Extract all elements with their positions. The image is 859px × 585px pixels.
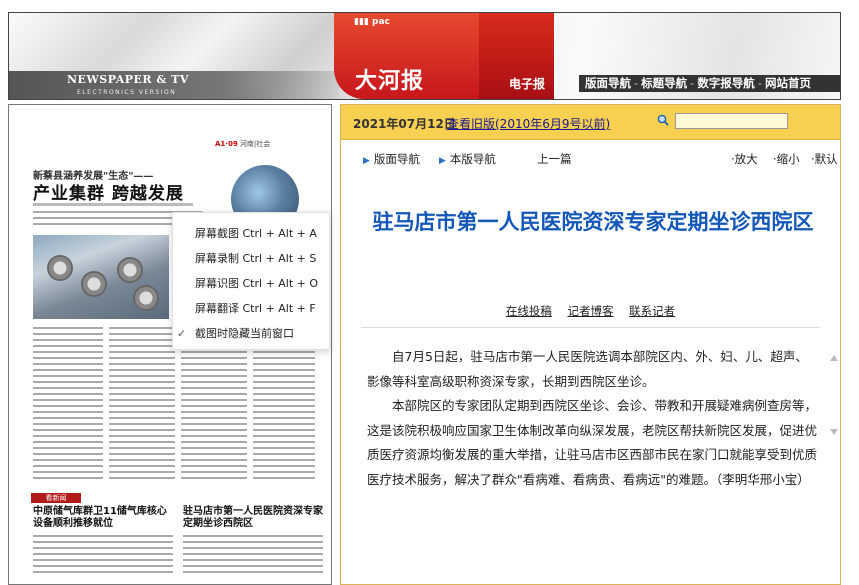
epaper-label: 电子报: [509, 77, 546, 91]
article-divider: [361, 327, 820, 328]
page-info: A1·09: [215, 140, 238, 148]
paper-bottom-text-1: [33, 535, 173, 577]
menu-item-screen-record[interactable]: 屏幕录制 Ctrl + Alt + S: [173, 246, 329, 271]
article-panel: 2021年07月12日 查看旧版(2010年6月9号以前) ▶ 版面导航 ▶ 本版导…: [340, 104, 841, 585]
newspaper-tv-text: NEWSPAPER & TV: [67, 73, 189, 86]
site-logo[interactable]: 大河报: [355, 63, 424, 95]
article-nav-layout[interactable]: ▶ 版面导航: [363, 151, 420, 167]
bar-chart-icon: ▮▮▮: [354, 17, 369, 27]
edition-date: 2021年07月12日: [353, 117, 456, 131]
paper-bottom-headline-2[interactable]: 驻马店市第一人民医院资深专家定期坐诊西院区: [183, 506, 323, 530]
search-input[interactable]: [675, 113, 788, 129]
old-edition-link[interactable]: 查看旧版(2010年6月9号以前): [447, 115, 610, 132]
zoom-out-button[interactable]: ·缩小: [773, 151, 800, 167]
checkmark-icon: ✓: [177, 327, 187, 340]
paper-main-headline[interactable]: 产业集群 跨越发展: [33, 179, 184, 204]
paper-byline: [33, 203, 193, 206]
screenshot-context-menu: 屏幕截图 Ctrl + Alt + A 屏幕录制 Ctrl + Alt + S …: [172, 212, 330, 350]
article-topbar: 2021年07月12日 查看旧版(2010年6月9号以前): [341, 105, 840, 140]
zoom-default-button[interactable]: ·默认: [811, 151, 838, 167]
paper-bottom-headline-1[interactable]: 中原储气库群卫11储气库核心设备顺利推移就位: [33, 506, 173, 530]
electronics-version-text: ELECTRONICS VERSION: [77, 89, 177, 96]
submit-article-link[interactable]: 在线投稿: [506, 304, 552, 318]
paper-column-1: [33, 327, 103, 483]
nav-title[interactable]: 标题导航: [641, 76, 687, 90]
paper-column-3: [181, 351, 247, 483]
factory-photo: [33, 235, 169, 319]
zoom-in-button[interactable]: ·放大: [731, 151, 758, 167]
nav-separator: -: [757, 76, 762, 90]
menu-item-hide-window[interactable]: ✓ 截图时隐藏当前窗口: [173, 321, 329, 346]
search-icon[interactable]: [657, 114, 669, 126]
paper-column-4: [253, 351, 315, 483]
menu-item-hide-window-label: 截图时隐藏当前窗口: [195, 327, 294, 340]
paper-news-tag: 看新闻: [31, 493, 81, 503]
triangle-right-icon: ▶: [363, 156, 370, 166]
reporter-blog-link[interactable]: 记者博客: [568, 304, 614, 318]
logo-small-mark: ▮▮▮ pac: [354, 17, 390, 27]
menu-item-screen-ocr[interactable]: 屏幕识图 Ctrl + Alt + O: [173, 271, 329, 296]
paper-bottom-text-2: [183, 535, 323, 577]
triangle-right-icon: ▶: [439, 156, 446, 166]
article-paragraph: 自7月5日起，驻马店市第一人民医院选调本部院区内、外、妇、儿、超声、影像等科室高…: [367, 349, 808, 389]
menu-item-screen-capture[interactable]: 屏幕截图 Ctrl + Alt + A: [173, 221, 329, 246]
page-header: A1·09 河南|社会: [215, 139, 270, 149]
scroll-arrows[interactable]: [830, 355, 838, 435]
nav-home[interactable]: 网站首页: [765, 76, 811, 90]
nav-separator: -: [690, 76, 695, 90]
contact-reporter-link[interactable]: 联系记者: [629, 304, 675, 318]
page-section: 河南|社会: [239, 140, 271, 148]
nav-layout[interactable]: 版面导航: [585, 76, 631, 90]
article-nav-page[interactable]: ▶ 本版导航: [439, 151, 496, 167]
article-body: 自7月5日起，驻马店市第一人民医院选调本部院区内、外、妇、儿、超声、影像等科室高…: [367, 345, 819, 492]
header-banner: NEWSPAPER & TV ELECTRONICS VERSION ▮▮▮ p…: [8, 12, 841, 100]
paper-column-2: [109, 327, 175, 483]
article-links: 在线投稿 记者博客 联系记者: [341, 303, 840, 319]
nav-digital[interactable]: 数字报导航: [697, 76, 755, 90]
article-nav-previous[interactable]: 上一篇: [537, 151, 572, 167]
menu-item-screen-translate[interactable]: 屏幕翻译 Ctrl + Alt + F: [173, 296, 329, 321]
nav-separator: -: [634, 76, 639, 90]
article-paragraph: 本部院区的专家团队定期到西院区坐诊、会诊、带教和开展疑难病例查房等，这是该院积极…: [367, 398, 818, 487]
banner-stripe: [9, 71, 369, 99]
header-navbar: 版面导航 - 标题导航 - 数字报导航 - 网站首页: [579, 75, 840, 92]
article-title: 驻马店市第一人民医院资深专家定期坐诊西院区: [372, 210, 814, 234]
